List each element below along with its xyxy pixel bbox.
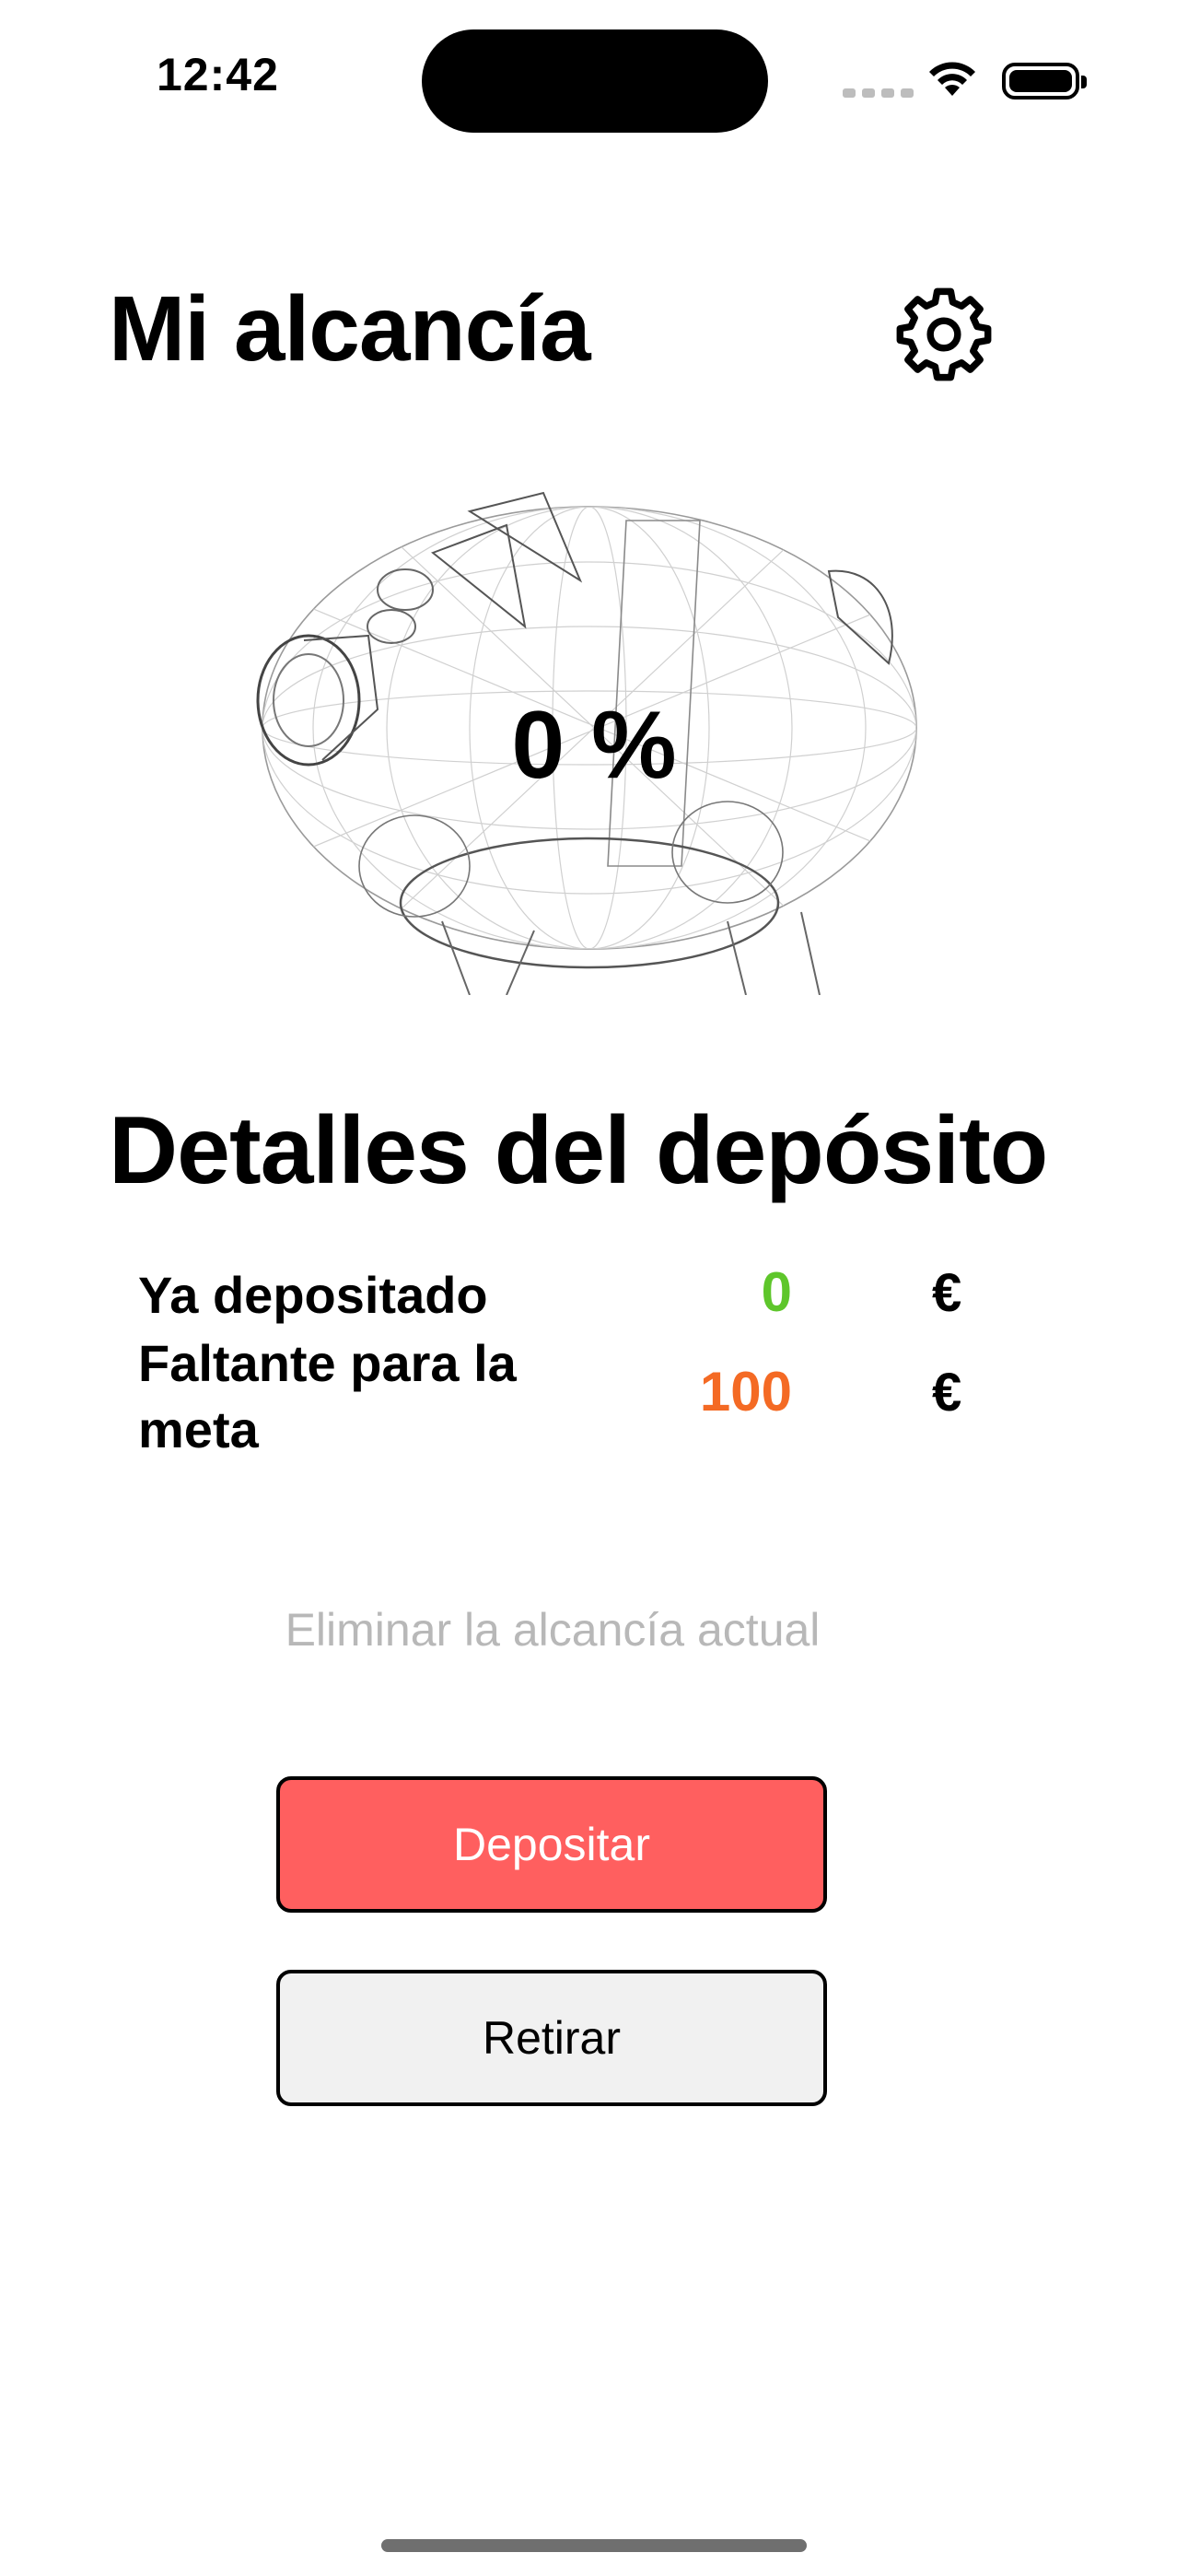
- remaining-label: Faltante para la meta: [138, 1334, 517, 1458]
- status-time: 12:42: [157, 49, 279, 100]
- cellular-icon: [843, 86, 920, 102]
- home-indicator[interactable]: [381, 2539, 807, 2552]
- deposited-label: Ya depositado: [138, 1266, 488, 1324]
- details-title: Detalles del depósito: [109, 1097, 1048, 1204]
- deposited-currency: €: [932, 1263, 962, 1323]
- battery-icon: [1002, 63, 1087, 100]
- withdraw-button[interactable]: Retirar: [276, 1970, 827, 2106]
- page-title: Mi alcancía: [109, 277, 591, 381]
- gear-icon[interactable]: [895, 286, 993, 383]
- progress-percent: 0 %: [511, 692, 677, 799]
- deposit-button[interactable]: Depositar: [276, 1776, 827, 1913]
- remaining-currency: €: [932, 1363, 962, 1423]
- remaining-value: 100: [699, 1361, 792, 1423]
- wifi-icon: [929, 62, 975, 96]
- deposited-value: 0: [761, 1261, 792, 1323]
- dynamic-island: [422, 29, 768, 133]
- delete-piggy-link[interactable]: Eliminar la alcancía actual: [0, 1603, 1105, 1657]
